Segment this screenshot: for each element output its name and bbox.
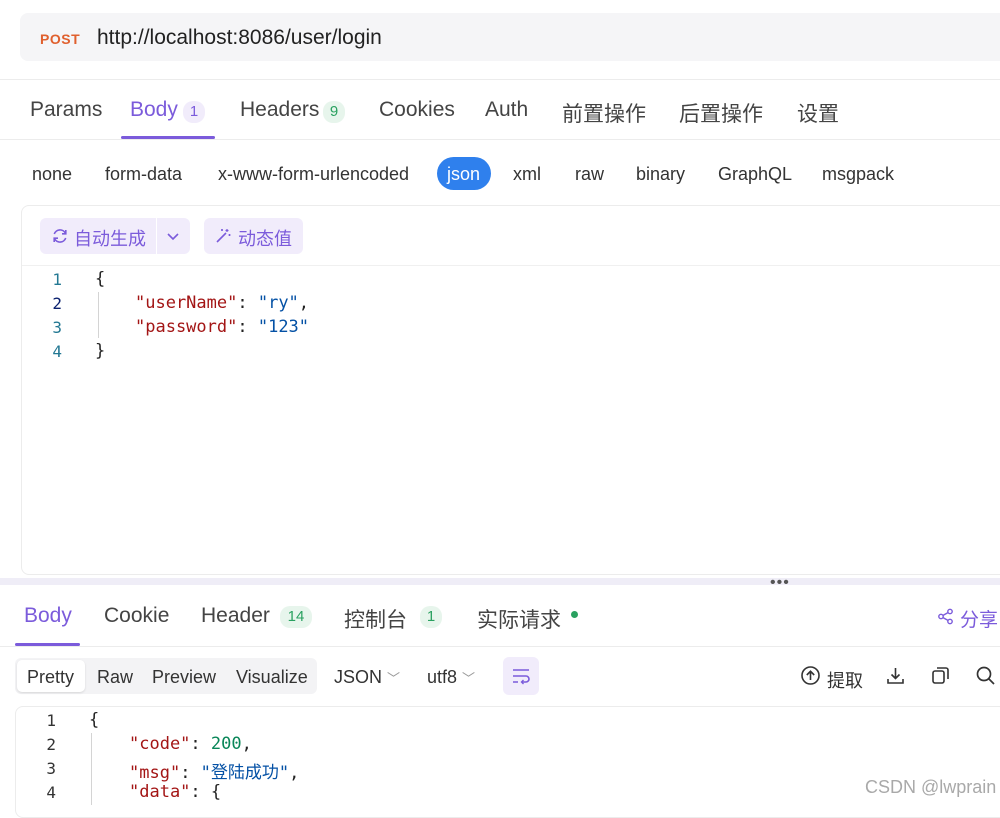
dynamic-value-label: 动态值 xyxy=(238,229,292,249)
json-value: "登陆成功" xyxy=(200,763,290,783)
code-line: } xyxy=(95,341,106,361)
json-value: 200 xyxy=(210,734,242,754)
indent-guide xyxy=(98,292,99,338)
json-comma: , xyxy=(289,763,300,783)
http-method[interactable]: POST xyxy=(40,31,80,47)
json-separator: : xyxy=(190,734,211,754)
json-separator: : xyxy=(237,317,258,337)
body-type-json[interactable]: json xyxy=(447,164,480,185)
json-key: "msg" xyxy=(129,763,181,783)
download-icon[interactable] xyxy=(885,665,906,686)
code-line: { xyxy=(95,269,106,289)
json-key: "password" xyxy=(135,317,238,337)
tab-body[interactable]: Body xyxy=(130,98,178,122)
tab-params[interactable]: Params xyxy=(30,98,102,122)
encoding-select-value: utf8 xyxy=(427,667,458,687)
divider xyxy=(0,79,1000,80)
view-mode-raw[interactable]: Raw xyxy=(97,667,133,688)
body-type-binary[interactable]: binary xyxy=(636,164,685,185)
code-line: { xyxy=(89,710,100,730)
tab-cookies[interactable]: Cookies xyxy=(379,98,455,122)
magic-wand-icon xyxy=(216,229,231,243)
tab-response-cookie[interactable]: Cookie xyxy=(104,604,169,628)
line-number: 4 xyxy=(52,342,62,361)
format-select-value: JSON xyxy=(334,667,383,687)
line-number: 4 xyxy=(46,783,56,802)
code-line: "data": { xyxy=(129,782,221,802)
tab-headers-count: 9 xyxy=(323,101,345,123)
body-type-raw[interactable]: raw xyxy=(575,164,604,185)
watermark: CSDN @lwprain xyxy=(865,777,997,797)
tab-auth[interactable]: Auth xyxy=(485,98,528,122)
body-type-xml[interactable]: xml xyxy=(513,164,541,185)
drag-handle-icon[interactable]: ••• xyxy=(770,574,790,592)
tab-actual-request[interactable]: 实际请求 xyxy=(477,604,561,634)
code-line: "code": 200, xyxy=(129,734,252,754)
view-mode-visualize[interactable]: Visualize xyxy=(236,667,308,688)
chevron-down-icon: ﹀ xyxy=(387,671,401,686)
json-value: "123" xyxy=(257,317,310,337)
tab-settings[interactable]: 设置 xyxy=(797,98,839,128)
json-key: "userName" xyxy=(135,293,238,313)
code-line: "msg": "登陆成功", xyxy=(129,758,299,783)
chevron-down-icon xyxy=(167,233,179,241)
refresh-icon xyxy=(53,229,67,243)
panel-splitter[interactable] xyxy=(0,578,1000,585)
tab-response-header[interactable]: Header xyxy=(201,604,270,628)
tab-post-processors[interactable]: 后置操作 xyxy=(679,98,763,128)
json-comma: , xyxy=(241,734,252,754)
body-type-graphql[interactable]: GraphQL xyxy=(718,164,792,185)
url-input[interactable]: http://localhost:8086/user/login xyxy=(97,26,382,50)
tab-pre-processors[interactable]: 前置操作 xyxy=(562,98,646,128)
tab-console[interactable]: 控制台 xyxy=(344,604,407,634)
request-body-editor[interactable] xyxy=(21,205,1000,575)
indent-guide xyxy=(91,733,92,805)
auto-generate-label: 自动生成 xyxy=(74,229,146,249)
copy-icon[interactable] xyxy=(930,665,951,686)
extract-button[interactable]: 提取 xyxy=(827,667,863,693)
tab-console-count: 1 xyxy=(420,606,442,628)
upload-circle-icon xyxy=(801,666,820,685)
divider xyxy=(0,646,1000,647)
json-separator: : xyxy=(190,782,211,802)
body-type-form-data[interactable]: form-data xyxy=(105,164,182,185)
tab-response-body[interactable]: Body xyxy=(24,604,72,628)
search-icon[interactable] xyxy=(975,665,996,686)
body-type-urlencoded[interactable]: x-www-form-urlencoded xyxy=(218,164,409,185)
view-mode-pretty[interactable]: Pretty xyxy=(27,667,74,688)
code-line: "userName": "ry", xyxy=(135,293,309,313)
code-line: "password": "123" xyxy=(135,317,309,337)
share-icon xyxy=(938,608,953,625)
body-type-none[interactable]: none xyxy=(32,164,72,185)
tab-body-count: 1 xyxy=(183,101,205,123)
line-number: 2 xyxy=(52,294,62,313)
tab-headers[interactable]: Headers xyxy=(240,98,319,122)
encoding-select[interactable]: utf8 ﹀ xyxy=(427,667,475,688)
json-key: "code" xyxy=(129,734,191,754)
line-number: 1 xyxy=(46,711,56,730)
line-number: 2 xyxy=(46,735,56,754)
json-key: "data" xyxy=(129,782,191,802)
json-open-brace: { xyxy=(210,782,222,802)
status-dot xyxy=(571,611,578,618)
line-number: 3 xyxy=(52,318,62,337)
wrap-lines-icon xyxy=(513,669,530,685)
format-select[interactable]: JSON ﹀ xyxy=(334,667,400,688)
chevron-down-icon: ﹀ xyxy=(462,671,476,686)
line-number: 3 xyxy=(46,759,56,778)
json-separator: : xyxy=(180,763,201,783)
tab-response-header-count: 14 xyxy=(280,606,312,628)
json-comma: , xyxy=(298,293,310,313)
line-number: 1 xyxy=(52,270,62,289)
divider xyxy=(0,139,1000,140)
json-value: "ry" xyxy=(257,293,299,313)
share-button[interactable]: 分享 xyxy=(960,605,998,632)
json-separator: : xyxy=(237,293,258,313)
body-type-msgpack[interactable]: msgpack xyxy=(822,164,894,185)
divider xyxy=(22,265,1000,266)
view-mode-preview[interactable]: Preview xyxy=(152,667,216,688)
